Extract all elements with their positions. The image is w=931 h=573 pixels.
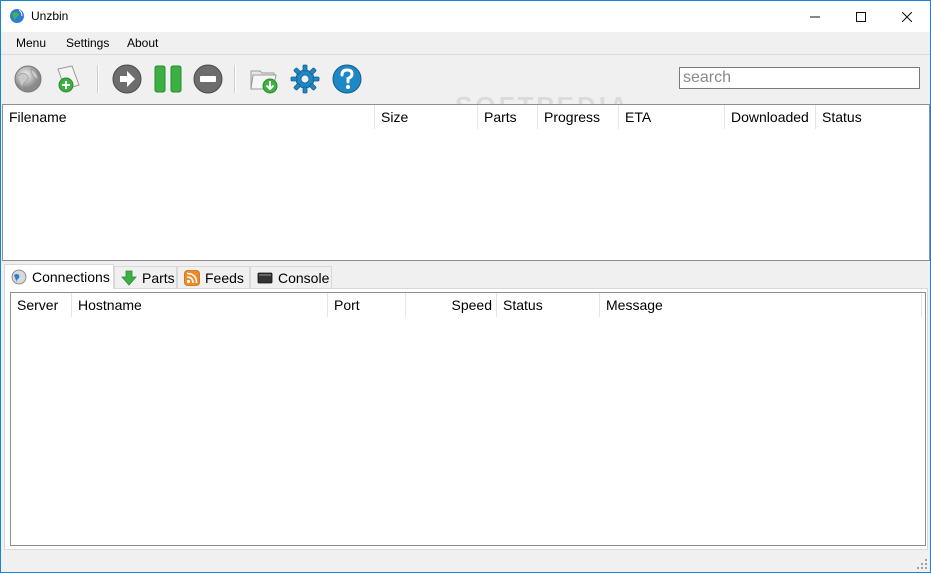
toolbar-separator — [234, 65, 236, 93]
pause-icon[interactable] — [152, 63, 184, 95]
resize-grip-icon[interactable] — [917, 559, 927, 569]
help-icon[interactable] — [331, 63, 363, 95]
menu-item-about[interactable]: About — [127, 36, 158, 50]
app-globe-icon — [10, 9, 24, 23]
downloads-table[interactable]: Filename Size Parts Progress ETA Downloa… — [2, 104, 930, 261]
globe-icon — [11, 269, 27, 285]
close-icon — [902, 11, 912, 22]
tab-connections[interactable]: Connections — [4, 264, 114, 289]
tab-connections-label: Connections — [32, 269, 110, 285]
app-window: Unzbin Menu Settings About search Filena… — [0, 0, 931, 573]
tab-feeds[interactable]: Feeds — [177, 266, 250, 288]
tab-console-label: Console — [278, 269, 330, 286]
column-header-hostname[interactable]: Hostname — [72, 293, 328, 317]
rss-icon — [184, 269, 200, 286]
console-icon — [257, 272, 273, 283]
download-arrow-icon — [121, 270, 137, 286]
menu-item-settings[interactable]: Settings — [66, 36, 109, 50]
column-header-speed[interactable]: Speed — [406, 293, 497, 317]
toolbar-separator — [97, 65, 99, 93]
column-header-size[interactable]: Size — [375, 105, 478, 129]
column-header-eta[interactable]: ETA — [619, 105, 725, 129]
column-header-parts[interactable]: Parts — [478, 105, 538, 129]
column-header-server[interactable]: Server — [11, 293, 72, 317]
menu-bar: Menu Settings About — [1, 32, 930, 55]
column-header-status[interactable]: Status — [816, 105, 929, 129]
column-header-progress[interactable]: Progress — [538, 105, 619, 129]
globe-icon[interactable] — [12, 63, 44, 95]
close-button[interactable] — [884, 1, 930, 32]
column-header-filename[interactable]: Filename — [3, 105, 375, 129]
connections-table[interactable]: Server Hostname Port Speed Status Messag… — [10, 292, 926, 546]
maximize-icon — [856, 11, 866, 22]
column-header-downloaded[interactable]: Downloaded — [725, 105, 816, 129]
menu-item-menu[interactable]: Menu — [16, 36, 46, 50]
start-icon[interactable] — [111, 63, 143, 95]
add-file-icon[interactable] — [52, 63, 84, 95]
tab-parts-label: Parts — [142, 269, 175, 286]
tab-console[interactable]: Console — [250, 266, 332, 288]
tab-parts[interactable]: Parts — [114, 266, 177, 288]
column-header-message[interactable]: Message — [600, 293, 922, 317]
minimize-icon — [810, 16, 820, 17]
window-title: Unzbin — [31, 9, 69, 23]
toolbar — [1, 55, 930, 103]
settings-gear-icon[interactable] — [289, 63, 321, 95]
open-folder-icon[interactable] — [248, 63, 280, 95]
tab-feeds-label: Feeds — [205, 269, 244, 286]
stop-icon[interactable] — [192, 63, 224, 95]
search-input[interactable] — [679, 67, 920, 89]
title-bar[interactable]: Unzbin — [1, 1, 930, 32]
column-header-port[interactable]: Port — [328, 293, 406, 317]
tab-content-connections: Server Hostname Port Speed Status Messag… — [4, 288, 928, 550]
column-header-connection-status[interactable]: Status — [497, 293, 600, 317]
maximize-button[interactable] — [838, 1, 884, 32]
minimize-button[interactable] — [792, 1, 838, 32]
